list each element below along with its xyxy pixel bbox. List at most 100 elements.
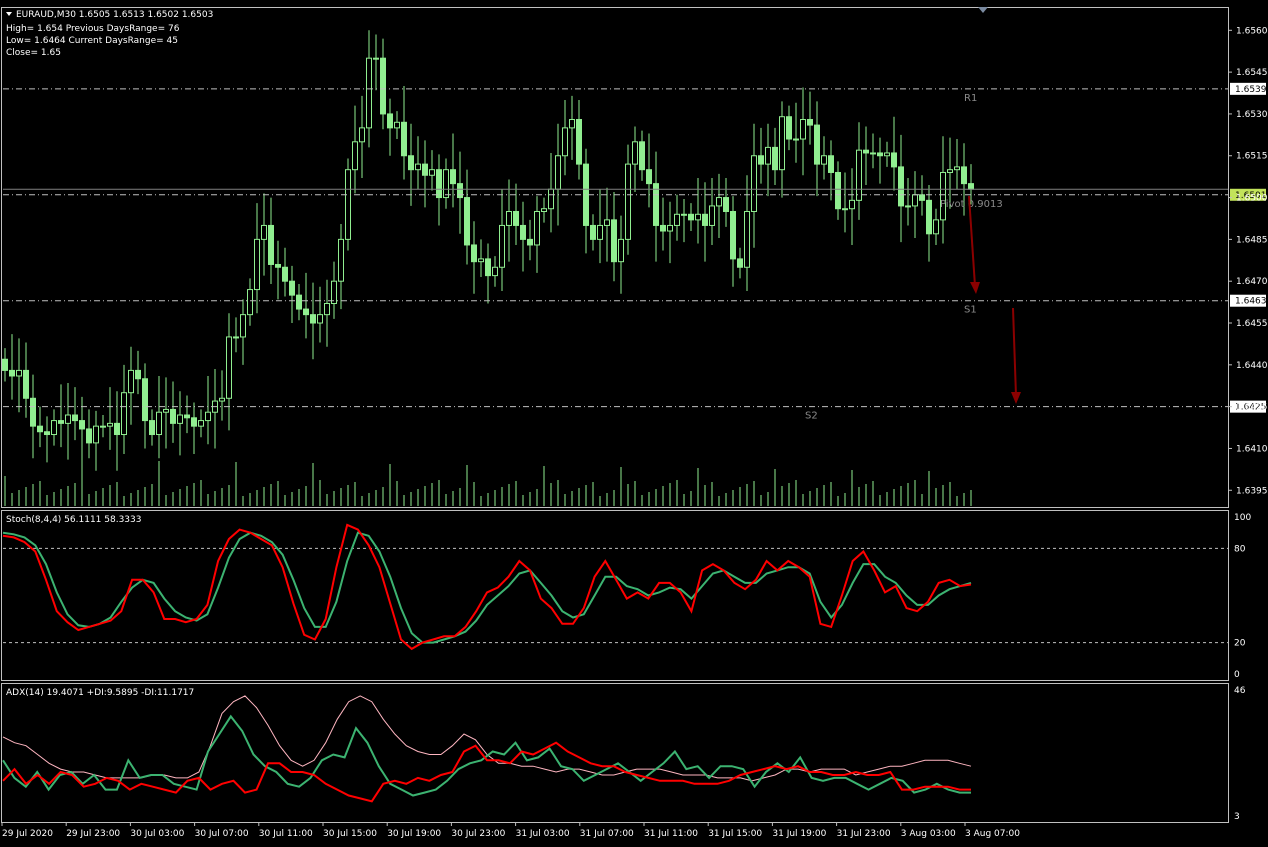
candle-body bbox=[177, 414, 183, 424]
price-tick-label: 1.6470 bbox=[1236, 277, 1268, 287]
candle-body bbox=[835, 171, 841, 210]
candle-body bbox=[121, 392, 127, 436]
trading-chart[interactable]: R11.6539Pivot 0.90131.6501S11.6463S21.64… bbox=[0, 0, 1268, 847]
candle-body bbox=[751, 155, 757, 213]
candle-body bbox=[590, 224, 596, 240]
candle-body bbox=[156, 411, 162, 436]
candle-body bbox=[324, 302, 330, 316]
candle-body bbox=[856, 149, 862, 201]
candle-body bbox=[443, 169, 449, 199]
candle-body bbox=[646, 169, 652, 185]
candle-body bbox=[639, 141, 645, 171]
time-tick-label: 31 Jul 11:00 bbox=[644, 829, 698, 839]
candle-body bbox=[569, 119, 575, 129]
candle[interactable] bbox=[345, 158, 351, 251]
candle-body bbox=[23, 369, 29, 399]
candle-body bbox=[275, 263, 281, 268]
candle-body bbox=[352, 141, 358, 171]
candle-body bbox=[688, 213, 694, 221]
candle-body bbox=[758, 155, 764, 165]
candle-body bbox=[114, 422, 120, 436]
candle-body bbox=[681, 213, 687, 216]
price-tick-label: 1.6425 bbox=[1236, 403, 1268, 413]
candle-body bbox=[499, 224, 505, 268]
time-tick-label: 30 Jul 03:00 bbox=[130, 829, 184, 839]
candle-body bbox=[289, 280, 295, 296]
candle-body bbox=[303, 308, 309, 316]
candle-body bbox=[86, 428, 92, 444]
time-tick-label: 31 Jul 03:00 bbox=[516, 829, 570, 839]
candle-body bbox=[485, 258, 491, 277]
time-tick-label: 3 Aug 03:00 bbox=[901, 829, 956, 839]
candle-body bbox=[891, 152, 897, 168]
price-tick-label: 1.6440 bbox=[1236, 361, 1268, 371]
time-tick-label: 30 Jul 23:00 bbox=[451, 829, 505, 839]
candle-body bbox=[884, 152, 890, 157]
candle-body bbox=[576, 119, 582, 165]
candle-body bbox=[674, 213, 680, 226]
candle-body bbox=[16, 369, 22, 377]
time-tick-label: 29 Jul 23:00 bbox=[66, 829, 120, 839]
adx-tick-label: 46 bbox=[1234, 686, 1246, 696]
candle-body bbox=[597, 224, 603, 240]
candle-body bbox=[296, 294, 302, 310]
time-tick-label: 30 Jul 11:00 bbox=[259, 829, 313, 839]
candle-body bbox=[261, 224, 267, 240]
candle-body bbox=[611, 219, 617, 263]
price-tick-label: 1.6395 bbox=[1236, 486, 1268, 496]
price-tick-label: 1.6545 bbox=[1236, 68, 1268, 78]
time-tick-label: 29 Jul 2020 bbox=[2, 829, 53, 839]
candle-body bbox=[933, 219, 939, 235]
candle-body bbox=[828, 155, 834, 173]
candle-body bbox=[954, 166, 960, 171]
candle-body bbox=[345, 169, 351, 240]
candle-body bbox=[604, 219, 610, 226]
candle-body bbox=[310, 314, 316, 324]
candle-body bbox=[457, 183, 463, 199]
candle-body bbox=[254, 238, 260, 291]
candle-body bbox=[205, 411, 211, 422]
candle-body bbox=[821, 155, 827, 165]
level-price-tag-text: 1.6539 bbox=[1235, 85, 1267, 95]
time-tick-label: 31 Jul 15:00 bbox=[708, 829, 762, 839]
candle-body bbox=[163, 408, 169, 413]
candle-body bbox=[93, 425, 99, 444]
level-price-tag-text: 1.6463 bbox=[1235, 297, 1267, 307]
candle-body bbox=[128, 369, 134, 394]
candle-body bbox=[58, 420, 64, 424]
candle-body bbox=[422, 163, 428, 176]
candle-body bbox=[947, 169, 953, 173]
adx-title: ADX(14) 19.4071 +DI:9.5895 -DI:11.1717 bbox=[6, 688, 194, 698]
candle-body bbox=[170, 408, 176, 424]
candle-body bbox=[793, 138, 799, 141]
candle-body bbox=[702, 213, 708, 226]
candle-body bbox=[625, 163, 631, 240]
level-label: Pivot 0.9013 bbox=[940, 199, 1003, 210]
candle-body bbox=[373, 57, 379, 60]
candle-body bbox=[9, 369, 15, 377]
candle-body bbox=[527, 238, 533, 246]
candle-body bbox=[198, 420, 204, 427]
candle-body bbox=[779, 116, 785, 171]
candle-body bbox=[513, 211, 519, 226]
candle-body bbox=[730, 211, 736, 260]
candle-body bbox=[366, 57, 372, 129]
candle-body bbox=[394, 121, 400, 129]
time-tick-label: 30 Jul 19:00 bbox=[387, 829, 441, 839]
adx-tick-label: 3 bbox=[1234, 812, 1240, 822]
candle-body bbox=[380, 57, 386, 115]
candle-body bbox=[814, 124, 820, 165]
candle-body bbox=[520, 224, 526, 240]
candle-body bbox=[142, 378, 148, 422]
price-tick-label: 1.6455 bbox=[1236, 319, 1268, 329]
candle-body bbox=[919, 194, 925, 201]
candle-body bbox=[723, 197, 729, 213]
candle-body bbox=[338, 238, 344, 282]
price-tick-label: 1.6560 bbox=[1236, 26, 1268, 36]
candle-body bbox=[765, 146, 771, 165]
candle-body bbox=[65, 414, 71, 424]
candle-body bbox=[737, 258, 743, 268]
candle-body bbox=[415, 163, 421, 171]
price-tick-label: 1.6485 bbox=[1236, 235, 1268, 245]
candle-body bbox=[317, 314, 323, 324]
